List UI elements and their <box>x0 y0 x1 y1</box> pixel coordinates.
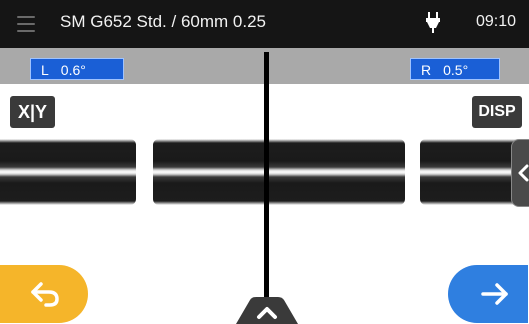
right-angle-prefix: R <box>421 62 432 78</box>
page-title: SM G652 Std. / 60mm 0.25 <box>60 12 266 31</box>
chevron-left-icon <box>518 164 529 182</box>
left-angle-readout: L 0.6° <box>30 58 124 80</box>
right-angle-readout: R 0.5° <box>410 58 500 80</box>
clock: 09:10 <box>476 13 517 30</box>
left-angle-prefix: L <box>41 62 49 78</box>
side-panel-tab[interactable] <box>511 139 529 207</box>
back-button[interactable] <box>0 265 88 323</box>
display-button[interactable]: DISP <box>472 96 522 128</box>
left-angle-value: 0.6° <box>60 62 86 78</box>
fiber-middle <box>153 139 405 205</box>
menu-icon[interactable] <box>8 8 44 40</box>
fiber-left <box>0 139 136 205</box>
right-arrow-icon <box>481 283 508 305</box>
plug-icon <box>426 12 440 33</box>
center-cursor-line <box>264 52 269 320</box>
right-angle-value: 0.5° <box>443 62 469 78</box>
xy-view-button[interactable]: X|Y <box>10 96 55 128</box>
return-arrow-icon <box>31 282 59 307</box>
next-button[interactable] <box>448 265 528 323</box>
status-bar: SM G652 Std. / 60mm 0.25 09:10 <box>0 0 529 48</box>
